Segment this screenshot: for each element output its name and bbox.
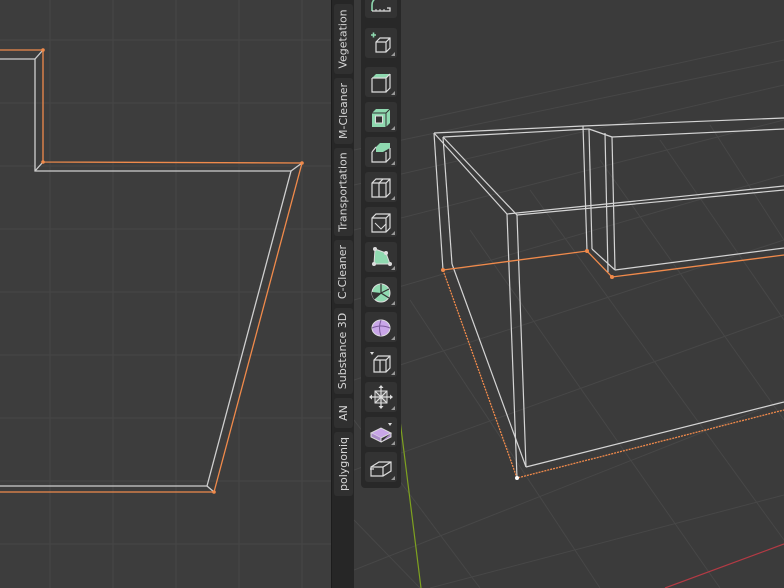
left-viewport-canvas bbox=[0, 0, 331, 588]
shear-icon bbox=[369, 423, 393, 443]
edge-slide-tool-button[interactable] bbox=[365, 347, 397, 377]
tab-c-cleaner[interactable]: C-Cleaner bbox=[334, 240, 353, 304]
knife-tool-button[interactable] bbox=[365, 207, 397, 237]
sidebar-tabs: Vegetation M-Cleaner Transportation C-Cl… bbox=[331, 0, 355, 588]
perspective-grid bbox=[354, 39, 784, 588]
shrink-fatten-icon bbox=[369, 385, 393, 409]
selected-vertices bbox=[441, 249, 614, 279]
spin-tool-button[interactable] bbox=[365, 277, 397, 307]
knife-icon bbox=[371, 213, 391, 233]
tab-vegetation[interactable]: Vegetation bbox=[334, 4, 353, 74]
shear-tool-button[interactable] bbox=[365, 417, 397, 447]
smooth-icon bbox=[371, 319, 391, 337]
bevel-icon bbox=[371, 143, 391, 163]
rip-region-icon bbox=[370, 461, 392, 477]
shrink-fatten-tool-button[interactable] bbox=[365, 382, 397, 412]
smooth-tool-button[interactable] bbox=[365, 312, 397, 342]
right-viewport[interactable] bbox=[354, 0, 784, 588]
tab-label: M-Cleaner bbox=[336, 83, 350, 139]
poly-build-icon bbox=[372, 247, 392, 266]
selected-edges bbox=[442, 250, 784, 479]
inset-faces-icon bbox=[372, 108, 391, 127]
extrude-region-tool-button[interactable] bbox=[365, 67, 397, 97]
tab-polygoniq[interactable]: polygoniq bbox=[334, 432, 353, 496]
left-viewport[interactable] bbox=[0, 0, 331, 588]
grid bbox=[0, 0, 331, 588]
x-axis bbox=[664, 543, 784, 588]
tab-label: Transportation bbox=[336, 152, 350, 232]
add-cube-icon bbox=[371, 32, 391, 53]
inset-faces-tool-button[interactable] bbox=[365, 102, 397, 132]
tab-m-cleaner[interactable]: M-Cleaner bbox=[334, 78, 353, 144]
extrude-region-icon bbox=[371, 73, 391, 93]
tab-an[interactable]: AN bbox=[334, 398, 353, 428]
tab-label: Vegetation bbox=[336, 9, 350, 69]
tab-transportation[interactable]: Transportation bbox=[334, 148, 353, 236]
add-cube-tool-button[interactable] bbox=[365, 28, 397, 58]
measure-tool-button[interactable] bbox=[365, 0, 397, 18]
tool-shelf bbox=[361, 0, 401, 488]
tab-label: C-Cleaner bbox=[336, 244, 350, 300]
wire-outline bbox=[0, 49, 303, 493]
active-vertex bbox=[515, 476, 519, 480]
selected-edges bbox=[0, 49, 303, 493]
loop-cut-icon bbox=[371, 178, 391, 198]
tab-substance-3d[interactable]: Substance 3D bbox=[334, 308, 353, 394]
loop-cut-tool-button[interactable] bbox=[365, 172, 397, 202]
spin-icon bbox=[371, 283, 391, 303]
bevel-tool-button[interactable] bbox=[365, 137, 397, 167]
measure-icon bbox=[371, 0, 391, 12]
tab-label: Substance 3D bbox=[336, 312, 350, 390]
rip-region-tool-button[interactable] bbox=[365, 452, 397, 482]
poly-build-tool-button[interactable] bbox=[365, 242, 397, 272]
edge-slide-icon bbox=[370, 352, 391, 373]
tab-label: AN bbox=[336, 405, 350, 421]
right-viewport-canvas bbox=[354, 39, 784, 588]
tab-label: polygoniq bbox=[336, 436, 350, 492]
